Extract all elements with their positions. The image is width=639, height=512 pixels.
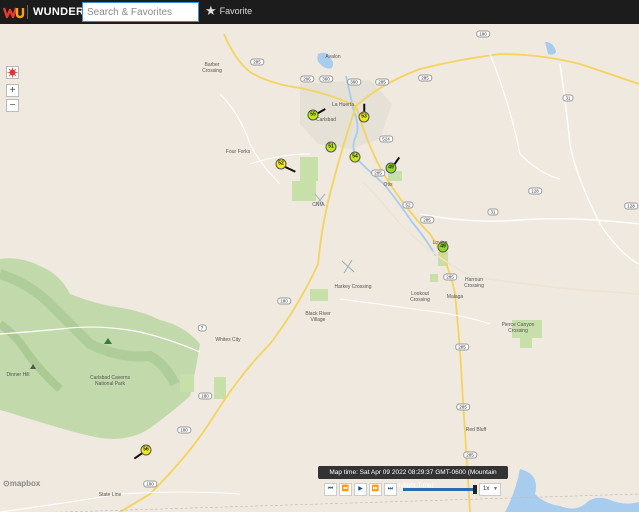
place-label: Otis xyxy=(383,182,393,188)
mapbox-attribution[interactable]: ⊙mapbox xyxy=(3,479,40,488)
weather-station-marker[interactable]: 54 xyxy=(349,151,361,163)
favorite-label: Favorite xyxy=(219,5,253,16)
map-time-label: Map time: Sat Apr 09 2022 08:29:37 GMT-0… xyxy=(318,466,508,489)
highway-shield: 285 xyxy=(463,451,477,459)
local-road xyxy=(362,181,639,295)
weather-station-marker[interactable]: 49 xyxy=(385,162,397,174)
timeline-slider[interactable] xyxy=(403,485,477,494)
nm-128-road xyxy=(419,213,639,225)
top-navigation-bar: WUNDERMAP ★ Favorite xyxy=(0,0,639,24)
first-frame-button[interactable]: ⏮ xyxy=(324,483,337,496)
highway-shield: 128 xyxy=(528,187,542,195)
highway-shield: 31 xyxy=(487,208,499,216)
place-label: Four Forks xyxy=(225,149,251,155)
layers-button[interactable] xyxy=(6,66,19,79)
weather-station-marker[interactable]: 52 xyxy=(275,158,287,170)
search-input[interactable] xyxy=(82,2,199,22)
caret-down-icon: ▼ xyxy=(493,486,498,492)
place-label: Pierce Canyon Crossing xyxy=(501,322,535,334)
park-area xyxy=(310,289,328,301)
highway-shield: 285 xyxy=(420,216,434,224)
place-label: CNM xyxy=(312,202,324,208)
weather-station-marker[interactable]: 53 xyxy=(358,111,370,123)
place-label: Carlsbad xyxy=(315,117,337,123)
highway-shield: 285 xyxy=(418,74,432,82)
lake xyxy=(545,42,556,55)
virus-icon xyxy=(7,67,18,78)
place-label: Avalon xyxy=(325,54,341,60)
animation-player: ⏮ ⏪ ▶ ⏩ ⏭ 1x ▼ xyxy=(324,483,501,496)
weather-station-marker[interactable]: 55 xyxy=(307,109,319,121)
highway-shield: 285 xyxy=(371,169,385,177)
previous-frame-button[interactable]: ⏪ xyxy=(339,483,352,496)
place-label: La Huerta xyxy=(332,102,354,108)
red-bluff-reservoir xyxy=(505,469,639,512)
park-area xyxy=(520,336,532,348)
app-root: WUNDERMAP ★ Favorite xyxy=(0,0,639,512)
local-road xyxy=(219,93,281,185)
park-area xyxy=(214,377,226,399)
highway-shield: 285 xyxy=(455,343,469,351)
highway-shield: 128 xyxy=(624,202,638,210)
weather-station-marker[interactable]: 49 xyxy=(437,241,449,253)
airfield-icon xyxy=(341,259,355,274)
last-frame-button[interactable]: ⏭ xyxy=(384,483,397,496)
weather-station-marker[interactable]: 56 xyxy=(140,444,152,456)
timeline-progress xyxy=(403,488,475,491)
place-label: Harroun Crossing xyxy=(464,277,484,289)
park-area xyxy=(292,181,316,201)
highway-shield: 180 xyxy=(143,480,157,488)
highway-shield: 285 xyxy=(250,58,264,66)
place-label: Harkey Crossing xyxy=(334,284,372,290)
park-area xyxy=(430,274,438,282)
map-canvas[interactable]: Barber Crossing Avalon La Huerta Carlsbad Fou… xyxy=(0,24,639,512)
highway-shield: 31 xyxy=(562,94,574,102)
highway-shield: 285 xyxy=(375,78,389,86)
speed-select[interactable]: 1x ▼ xyxy=(479,483,501,496)
zoom-in-button[interactable]: + xyxy=(6,84,19,97)
speed-value: 1x xyxy=(483,486,490,492)
place-label: Whites City xyxy=(215,337,241,343)
place-label: Black River Village xyxy=(305,311,331,323)
place-label: Carlsbad Caverns National Park xyxy=(89,375,131,387)
highway-shield: 360 xyxy=(347,78,361,86)
highway-shield: 285 xyxy=(456,403,470,411)
place-label: Malaga xyxy=(446,294,464,300)
highway-shield: 524 xyxy=(379,135,393,143)
logo-divider xyxy=(27,5,28,19)
wu-logo-icon xyxy=(3,7,25,19)
highway-shield: 7 xyxy=(197,324,207,332)
place-label: State Line xyxy=(98,492,122,498)
play-button[interactable]: ▶ xyxy=(354,483,367,496)
us-180-north-highway xyxy=(355,53,639,107)
park-area xyxy=(300,157,318,181)
park-area xyxy=(180,374,194,392)
highway-shield: 180 xyxy=(198,392,212,400)
place-label: Barber Crossing xyxy=(202,62,222,74)
highway-shield: 180 xyxy=(277,297,291,305)
local-road xyxy=(489,53,561,180)
highway-shield: 285 xyxy=(443,273,457,281)
highway-shield: 206 xyxy=(300,75,314,83)
highway-shield: 180 xyxy=(177,426,191,434)
favorite-button[interactable]: ★ Favorite xyxy=(205,4,252,17)
weather-station-marker[interactable]: 51 xyxy=(325,141,337,153)
zoom-out-button[interactable]: − xyxy=(6,99,19,112)
place-label: Lookout Crossing xyxy=(410,291,430,303)
highway-shield: 180 xyxy=(476,30,490,38)
next-frame-button[interactable]: ⏩ xyxy=(369,483,382,496)
place-label: Red Bluff xyxy=(465,427,487,433)
map-base-layer xyxy=(0,33,639,512)
highway-shield: 360 xyxy=(319,75,333,83)
star-icon: ★ xyxy=(205,3,217,18)
highway-shield: 62 xyxy=(402,201,414,209)
place-label: Dinner Hill xyxy=(6,372,30,378)
timeline-handle[interactable] xyxy=(473,485,477,494)
